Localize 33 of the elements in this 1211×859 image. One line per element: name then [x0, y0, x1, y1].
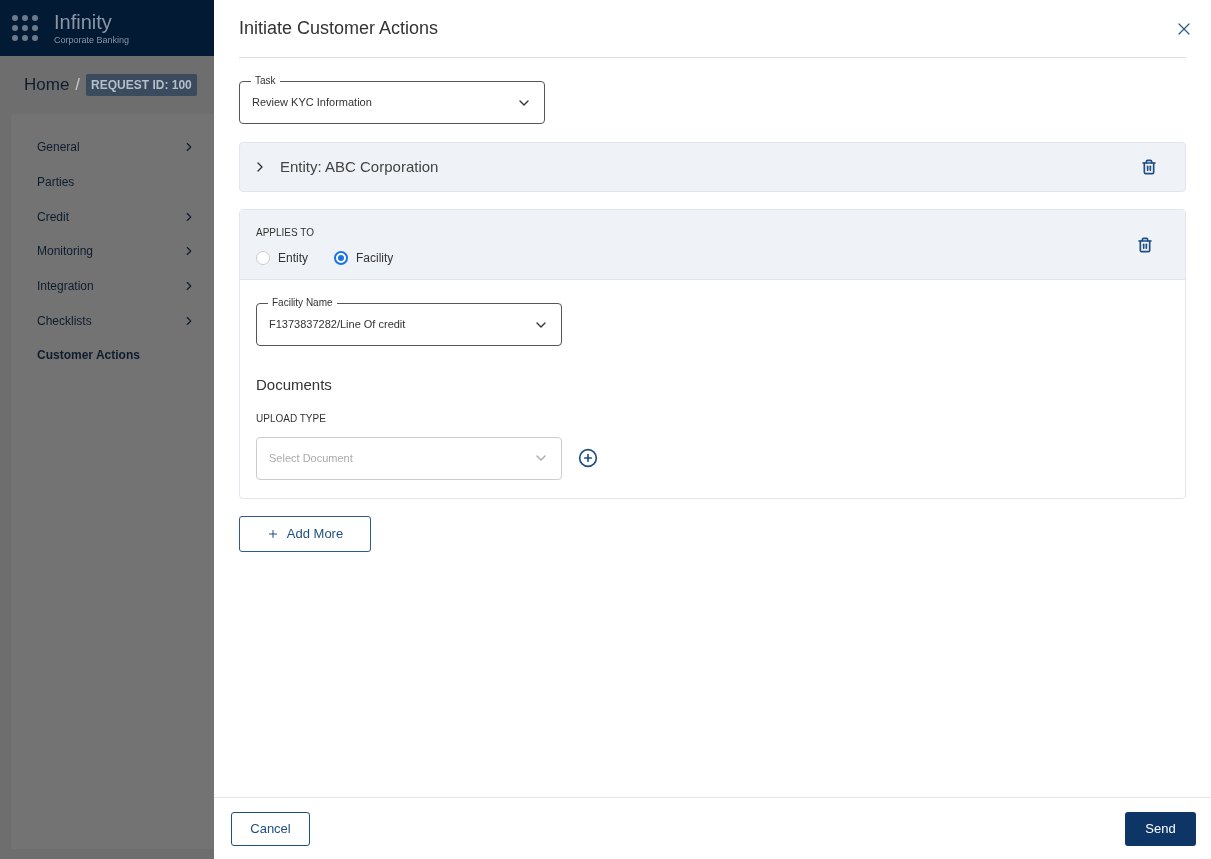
field-value: F1373837282/Line Of credit — [269, 317, 407, 333]
add-icon[interactable] — [578, 448, 598, 468]
field-value: Review KYC Information — [252, 95, 373, 111]
documents-heading: Documents — [256, 375, 333, 395]
sidebar-item[interactable]: General — [11, 130, 214, 165]
entity-panel[interactable]: Entity: ABC Corporation — [239, 142, 1186, 192]
sidebar-item[interactable]: Integration — [11, 268, 214, 304]
applies-to-label: APPLIES TO — [256, 225, 315, 240]
delete-icon[interactable] — [1141, 159, 1157, 175]
sidebar-item[interactable]: Credit — [11, 199, 214, 235]
sidebar-item[interactable]: Parties — [11, 164, 214, 200]
sidebar-item[interactable]: Monitoring — [11, 234, 214, 269]
cancel-button[interactable]: Cancel — [231, 811, 310, 846]
dialog-title: Initiate Customer Actions — [239, 17, 439, 40]
field-label: Facility Name — [268, 296, 337, 310]
send-button[interactable]: Send — [1125, 811, 1196, 846]
field-placeholder: Select Document — [269, 450, 354, 466]
select-field[interactable]: Select Document — [256, 436, 562, 480]
app-grid-icon[interactable] — [12, 15, 38, 41]
sidebar-item[interactable]: Customer Actions — [11, 338, 214, 373]
brand-name: Infinity — [54, 11, 113, 32]
upload-type-label: UPLOAD TYPE — [256, 411, 327, 426]
breadcrumb-home[interactable]: Home — [24, 72, 70, 98]
plus-icon — [266, 527, 279, 540]
radio-option[interactable]: Facility — [334, 248, 394, 267]
delete-icon[interactable] — [1137, 236, 1153, 253]
sidebar-item[interactable]: Checklists — [11, 303, 214, 339]
add-more-button[interactable]: Add More — [239, 515, 371, 552]
radio-option[interactable]: Entity — [256, 248, 308, 267]
breadcrumb-separator: / — [75, 74, 81, 97]
request-id-badge: REQUEST ID: 100 — [86, 74, 197, 96]
brand-subtitle: Corporate Banking — [54, 35, 130, 45]
panel-title: Entity: ABC Corporation — [280, 156, 440, 177]
